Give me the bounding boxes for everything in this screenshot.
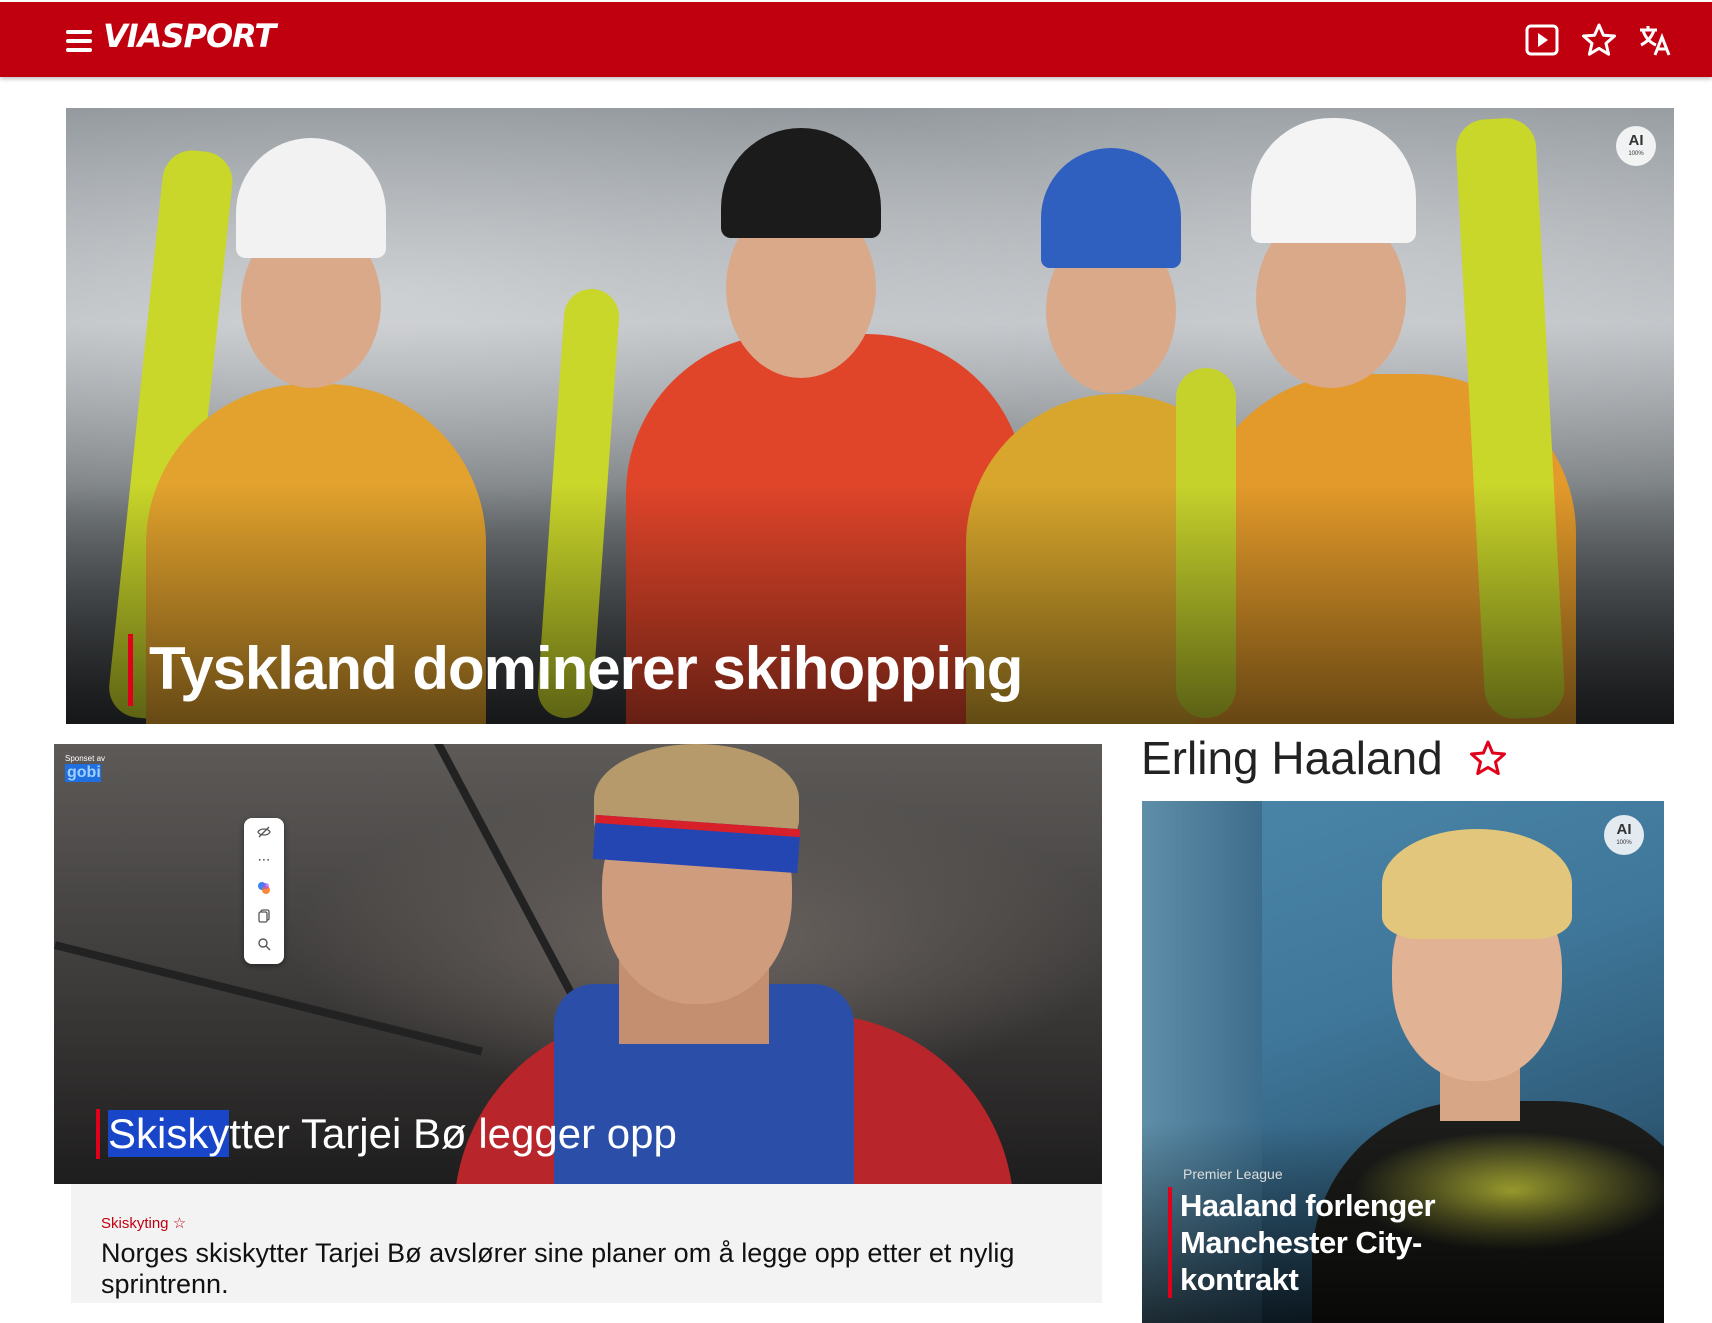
menu-icon[interactable]	[66, 30, 92, 52]
more-icon[interactable]: ⋯	[244, 846, 284, 874]
haaland-story-card[interactable]: AI 100% Premier League Haaland forlenger …	[1142, 801, 1664, 1323]
feature-title[interactable]: Skiskytter Tarjei Bø legger opp	[108, 1109, 677, 1159]
ai-generated-badge: AI 100%	[1616, 126, 1656, 166]
title-rest: tter Tarjei Bø legger opp	[229, 1110, 677, 1157]
star-icon[interactable]: ☆	[173, 1215, 186, 1232]
sponsor-label: Sponset av	[65, 754, 106, 763]
selection-floating-toolbar: ⋯	[244, 818, 284, 964]
translate-icon[interactable]	[1637, 22, 1673, 58]
category-label[interactable]: Premier League	[1183, 1166, 1283, 1182]
copilot-icon[interactable]	[244, 874, 284, 902]
hero-story-card[interactable]: AI 100% Tyskland dominerer skihopping	[66, 108, 1674, 724]
athlete-cap	[1041, 148, 1181, 268]
selected-text: Skisky	[108, 1110, 230, 1157]
category-tag[interactable]: Skiskyting ☆	[101, 1214, 1074, 1232]
star-icon[interactable]	[1468, 738, 1508, 778]
athlete-cap	[1251, 118, 1416, 243]
hide-icon[interactable]	[244, 818, 284, 846]
ai-generated-badge: AI 100%	[1604, 815, 1644, 855]
feature-caption-box: Skiskyting ☆ Norges skiskytter Tarjei Bø…	[71, 1184, 1102, 1303]
search-icon[interactable]	[244, 930, 284, 958]
story-title-block: Haaland forlenger Manchester City-kontra…	[1168, 1187, 1468, 1298]
feature-story-card[interactable]: Sponset av gobi ⋯ Skiskytter Tarjei Bø l…	[54, 744, 1102, 1184]
sponsor-brand: gobi	[65, 764, 101, 782]
hero-title-block: Tyskland dominerer skihopping	[128, 634, 1023, 706]
sponsor-tag[interactable]: Sponset av gobi	[65, 754, 105, 782]
ski-pole	[434, 744, 582, 1009]
play-icon[interactable]	[1524, 22, 1560, 58]
star-icon[interactable]	[1581, 22, 1617, 58]
story-title[interactable]: Haaland forlenger Manchester City-kontra…	[1180, 1187, 1468, 1298]
section-title[interactable]: Erling Haaland	[1141, 731, 1443, 785]
category-label: Skiskyting	[101, 1215, 169, 1232]
feature-title-block: Skiskytter Tarjei Bø legger opp	[96, 1109, 677, 1159]
site-logo[interactable]: VIASPORT	[103, 17, 276, 55]
hero-title[interactable]: Tyskland dominerer skihopping	[149, 634, 1023, 704]
top-navigation-bar: VIASPORT	[0, 2, 1712, 77]
feature-summary[interactable]: Norges skiskytter Tarjei Bø avslører sin…	[101, 1238, 1074, 1300]
athlete-cap	[721, 128, 881, 238]
copy-icon[interactable]	[244, 902, 284, 930]
player-hair	[1382, 829, 1572, 939]
athlete-cap	[236, 138, 386, 258]
